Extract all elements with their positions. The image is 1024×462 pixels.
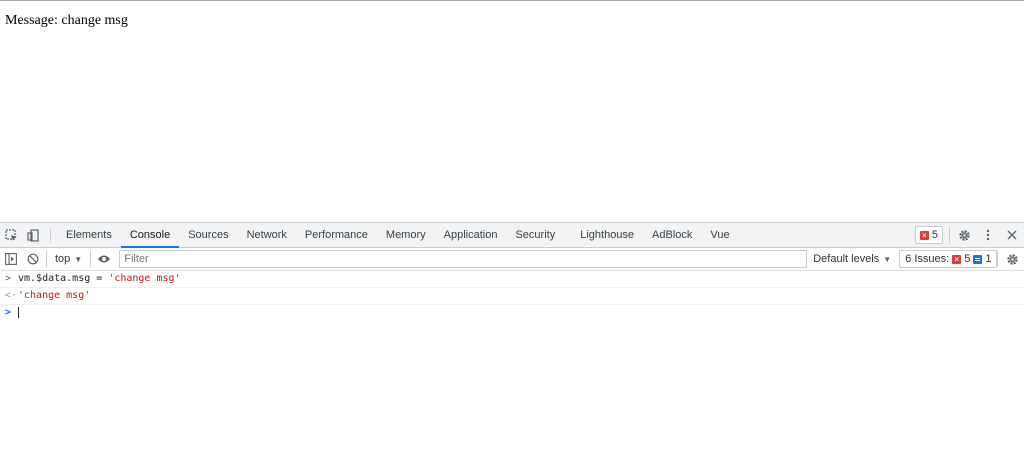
devtools-tabbar: Elements Console Sources Network Perform… [0,223,1024,248]
issues-label: 6 Issues: [905,253,950,265]
filter-box [119,250,808,268]
close-icon[interactable] [1000,223,1024,247]
tab-console[interactable]: Console [120,223,180,248]
tab-sources[interactable]: Sources [179,223,237,247]
device-toolbar-icon[interactable] [22,223,44,247]
tab-lighthouse[interactable]: Lighthouse [571,223,643,247]
actions-separator [949,227,950,243]
live-expression-eye-icon[interactable] [93,248,115,270]
message-label: Message: [5,13,58,28]
toolbar-actions [995,248,1024,270]
result-arrow-icon: <· [5,290,18,301]
tab-adblock[interactable]: AdBlock [643,223,701,247]
more-options-icon[interactable] [976,223,1000,247]
sidebar-toggle-icon[interactable] [0,248,22,270]
tab-application[interactable]: Application [435,223,507,247]
inspect-element-icon[interactable] [0,223,22,247]
chevron-right-icon: > [5,307,12,318]
message-value: change msg [61,13,128,28]
tab-network[interactable]: Network [238,223,296,247]
caret-down-icon: ▼ [74,254,83,264]
tab-vue[interactable]: Vue [701,223,738,247]
console-input-code: vm.$data.msg = [18,273,109,284]
toolbar-separator [90,251,92,267]
tabbar-actions: × 5 [914,223,1024,247]
console-input-string: 'change msg' [108,273,181,284]
console-result-line: <· 'change msg' [0,288,1024,305]
error-icon: × [952,254,962,264]
tab-security[interactable]: Security [506,223,571,247]
page-message: Message: change msg [5,13,128,29]
console-settings-gear-icon[interactable] [1000,247,1024,271]
console-prompt[interactable]: > [0,305,1024,321]
error-icon: × [919,230,929,240]
settings-gear-icon[interactable] [952,223,976,247]
info-message-icon [973,254,983,264]
error-count: 5 [931,229,938,241]
console-input-line: > vm.$data.msg = 'change msg' [0,271,1024,288]
tab-memory[interactable]: Memory [377,223,435,247]
tabbar-separator [50,228,51,242]
toolbar-separator [46,251,47,267]
caret-down-icon: ▼ [883,254,892,264]
devtools-panel: Elements Console Sources Network Perform… [0,222,1024,462]
tab-performance[interactable]: Performance [296,223,377,247]
log-levels-label: Default levels [813,253,880,265]
error-counter[interactable]: × 5 [914,226,943,244]
toolbar-separator [997,251,998,267]
issues-error-count: 5 [964,253,971,265]
context-selector[interactable]: top ▼ [49,253,88,265]
page-top-border [0,0,1024,1]
issues-info-count: 1 [985,253,992,265]
text-cursor [18,306,19,318]
clear-console-icon[interactable] [22,248,44,270]
console-output: > vm.$data.msg = 'change msg' <· 'change… [0,271,1024,321]
issues-button[interactable]: 6 Issues: × 5 1 [899,250,998,268]
log-levels-dropdown[interactable]: Default levels ▼ [813,253,891,265]
chevron-right-icon: > [5,273,12,284]
tab-elements[interactable]: Elements [57,223,121,247]
filter-input[interactable] [120,252,807,266]
console-toolbar: top ▼ Default levels ▼ 6 Issues: × 5 1 [0,248,1024,271]
console-result-value: 'change msg' [18,290,91,301]
context-label: top [55,253,71,265]
